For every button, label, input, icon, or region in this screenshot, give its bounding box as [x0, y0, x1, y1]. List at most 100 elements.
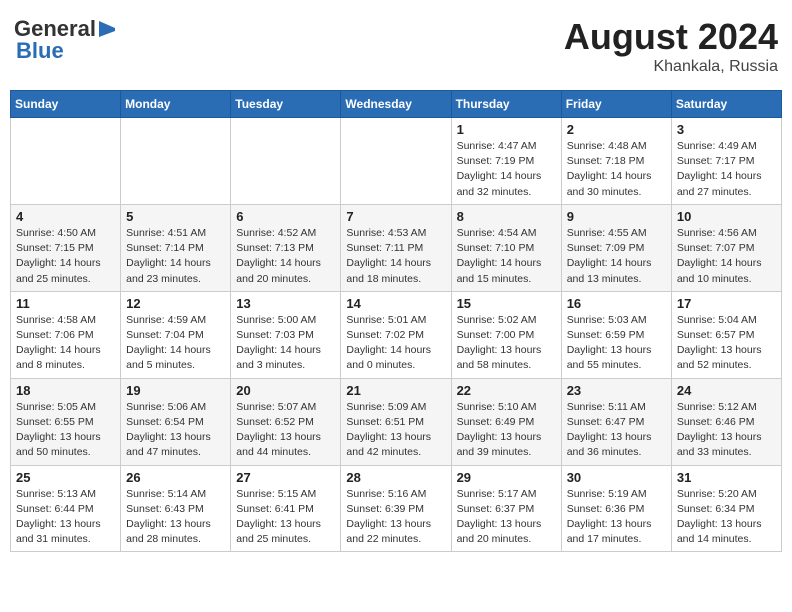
day-detail: Sunrise: 5:06 AM Sunset: 6:54 PM Dayligh…: [126, 400, 225, 461]
calendar-cell: 16Sunrise: 5:03 AM Sunset: 6:59 PM Dayli…: [561, 291, 671, 378]
calendar-cell: 1Sunrise: 4:47 AM Sunset: 7:19 PM Daylig…: [451, 118, 561, 205]
calendar-cell: 23 Sunrise: 5:11 AM Sunset: 6:47 PM Dayli…: [561, 378, 671, 465]
day-detail: Sunrise: 5:13 AM Sunset: 6:44 PM Dayligh…: [16, 487, 115, 548]
calendar-cell: [341, 118, 451, 205]
day-number: 27: [236, 470, 335, 485]
logo-blue-text: Blue: [16, 38, 64, 64]
calendar-cell: 31Sunrise: 5:20 AM Sunset: 6:34 PM Dayli…: [671, 465, 781, 552]
week-row-3: 11 Sunrise: 4:58 AM Sunset: 7:06 PM Dayli…: [11, 291, 782, 378]
week-row-5: 25 Sunrise: 5:13 AM Sunset: 6:44 PM Dayli…: [11, 465, 782, 552]
week-row-1: 1Sunrise: 4:47 AM Sunset: 7:19 PM Daylig…: [11, 118, 782, 205]
day-detail: Sunrise: 4:53 AM Sunset: 7:11 PM Dayligh…: [346, 226, 445, 287]
header-monday: Monday: [121, 91, 231, 118]
day-number: 3: [677, 122, 776, 137]
day-detail: Sunrise: 5:16 AM Sunset: 6:39 PM Dayligh…: [346, 487, 445, 548]
header-sunday: Sunday: [11, 91, 121, 118]
day-number: 22: [457, 383, 556, 398]
day-detail: Sunrise: 5:19 AM Sunset: 6:36 PM Dayligh…: [567, 487, 666, 548]
calendar-cell: 13 Sunrise: 5:00 AM Sunset: 7:03 PM Dayli…: [231, 291, 341, 378]
calendar-title: August 2024: [564, 16, 778, 58]
day-number: 9: [567, 209, 666, 224]
day-number: 21: [346, 383, 445, 398]
day-detail: Sunrise: 5:04 AM Sunset: 6:57 PM Dayligh…: [677, 313, 776, 374]
calendar-cell: 15 Sunrise: 5:02 AM Sunset: 7:00 PM Dayli…: [451, 291, 561, 378]
day-detail: Sunrise: 4:56 AM Sunset: 7:07 PM Dayligh…: [677, 226, 776, 287]
day-detail: Sunrise: 4:59 AM Sunset: 7:04 PM Dayligh…: [126, 313, 225, 374]
calendar-cell: 29Sunrise: 5:17 AM Sunset: 6:37 PM Dayli…: [451, 465, 561, 552]
calendar-cell: 6Sunrise: 4:52 AM Sunset: 7:13 PM Daylig…: [231, 204, 341, 291]
day-number: 28: [346, 470, 445, 485]
day-detail: Sunrise: 5:07 AM Sunset: 6:52 PM Dayligh…: [236, 400, 335, 461]
calendar-cell: 30Sunrise: 5:19 AM Sunset: 6:36 PM Dayli…: [561, 465, 671, 552]
calendar-cell: 8 Sunrise: 4:54 AM Sunset: 7:10 PM Daylig…: [451, 204, 561, 291]
header-wednesday: Wednesday: [341, 91, 451, 118]
day-number: 7: [346, 209, 445, 224]
day-number: 31: [677, 470, 776, 485]
calendar-cell: 3Sunrise: 4:49 AM Sunset: 7:17 PM Daylig…: [671, 118, 781, 205]
days-header-row: SundayMondayTuesdayWednesdayThursdayFrid…: [11, 91, 782, 118]
day-detail: Sunrise: 5:02 AM Sunset: 7:00 PM Dayligh…: [457, 313, 556, 374]
day-detail: Sunrise: 4:51 AM Sunset: 7:14 PM Dayligh…: [126, 226, 225, 287]
day-number: 12: [126, 296, 225, 311]
day-number: 25: [16, 470, 115, 485]
week-row-4: 18Sunrise: 5:05 AM Sunset: 6:55 PM Dayli…: [11, 378, 782, 465]
day-detail: Sunrise: 5:00 AM Sunset: 7:03 PM Dayligh…: [236, 313, 335, 374]
week-row-2: 4 Sunrise: 4:50 AM Sunset: 7:15 PM Daylig…: [11, 204, 782, 291]
header-saturday: Saturday: [671, 91, 781, 118]
day-number: 4: [16, 209, 115, 224]
header-friday: Friday: [561, 91, 671, 118]
day-detail: Sunrise: 5:05 AM Sunset: 6:55 PM Dayligh…: [16, 400, 115, 461]
day-number: 15: [457, 296, 556, 311]
calendar-table: SundayMondayTuesdayWednesdayThursdayFrid…: [10, 90, 782, 552]
calendar-cell: 9Sunrise: 4:55 AM Sunset: 7:09 PM Daylig…: [561, 204, 671, 291]
calendar-cell: 19 Sunrise: 5:06 AM Sunset: 6:54 PM Dayli…: [121, 378, 231, 465]
day-number: 6: [236, 209, 335, 224]
title-block: August 2024 Khankala, Russia: [564, 16, 778, 76]
day-detail: Sunrise: 4:54 AM Sunset: 7:10 PM Dayligh…: [457, 226, 556, 287]
day-detail: Sunrise: 4:48 AM Sunset: 7:18 PM Dayligh…: [567, 139, 666, 200]
calendar-cell: 25 Sunrise: 5:13 AM Sunset: 6:44 PM Dayli…: [11, 465, 121, 552]
calendar-cell: 20 Sunrise: 5:07 AM Sunset: 6:52 PM Dayli…: [231, 378, 341, 465]
day-number: 11: [16, 296, 115, 311]
day-number: 8: [457, 209, 556, 224]
day-number: 26: [126, 470, 225, 485]
day-number: 1: [457, 122, 556, 137]
day-detail: Sunrise: 5:15 AM Sunset: 6:41 PM Dayligh…: [236, 487, 335, 548]
calendar-cell: 11 Sunrise: 4:58 AM Sunset: 7:06 PM Dayli…: [11, 291, 121, 378]
day-detail: Sunrise: 5:14 AM Sunset: 6:43 PM Dayligh…: [126, 487, 225, 548]
day-number: 14: [346, 296, 445, 311]
day-number: 5: [126, 209, 225, 224]
day-number: 10: [677, 209, 776, 224]
calendar-cell: 18Sunrise: 5:05 AM Sunset: 6:55 PM Dayli…: [11, 378, 121, 465]
day-number: 23: [567, 383, 666, 398]
calendar-cell: 27 Sunrise: 5:15 AM Sunset: 6:41 PM Dayli…: [231, 465, 341, 552]
day-number: 20: [236, 383, 335, 398]
calendar-cell: [231, 118, 341, 205]
calendar-cell: 12 Sunrise: 4:59 AM Sunset: 7:04 PM Dayli…: [121, 291, 231, 378]
calendar-cell: 21Sunrise: 5:09 AM Sunset: 6:51 PM Dayli…: [341, 378, 451, 465]
day-detail: Sunrise: 5:11 AM Sunset: 6:47 PM Dayligh…: [567, 400, 666, 461]
day-detail: Sunrise: 4:58 AM Sunset: 7:06 PM Dayligh…: [16, 313, 115, 374]
day-detail: Sunrise: 5:12 AM Sunset: 6:46 PM Dayligh…: [677, 400, 776, 461]
logo: General Blue: [14, 16, 115, 64]
calendar-subtitle: Khankala, Russia: [564, 58, 778, 76]
day-number: 16: [567, 296, 666, 311]
calendar-cell: [121, 118, 231, 205]
header-thursday: Thursday: [451, 91, 561, 118]
day-detail: Sunrise: 5:10 AM Sunset: 6:49 PM Dayligh…: [457, 400, 556, 461]
logo-bird-icon: [97, 19, 115, 39]
day-number: 13: [236, 296, 335, 311]
day-number: 19: [126, 383, 225, 398]
day-detail: Sunrise: 4:50 AM Sunset: 7:15 PM Dayligh…: [16, 226, 115, 287]
calendar-cell: 17Sunrise: 5:04 AM Sunset: 6:57 PM Dayli…: [671, 291, 781, 378]
calendar-cell: 28 Sunrise: 5:16 AM Sunset: 6:39 PM Dayli…: [341, 465, 451, 552]
calendar-cell: 10 Sunrise: 4:56 AM Sunset: 7:07 PM Dayli…: [671, 204, 781, 291]
day-number: 24: [677, 383, 776, 398]
calendar-cell: 22 Sunrise: 5:10 AM Sunset: 6:49 PM Dayli…: [451, 378, 561, 465]
page-header: General Blue August 2024 Khankala, Russi…: [10, 10, 782, 82]
calendar-cell: 5 Sunrise: 4:51 AM Sunset: 7:14 PM Daylig…: [121, 204, 231, 291]
day-number: 2: [567, 122, 666, 137]
day-detail: Sunrise: 5:17 AM Sunset: 6:37 PM Dayligh…: [457, 487, 556, 548]
calendar-cell: 7 Sunrise: 4:53 AM Sunset: 7:11 PM Daylig…: [341, 204, 451, 291]
header-tuesday: Tuesday: [231, 91, 341, 118]
